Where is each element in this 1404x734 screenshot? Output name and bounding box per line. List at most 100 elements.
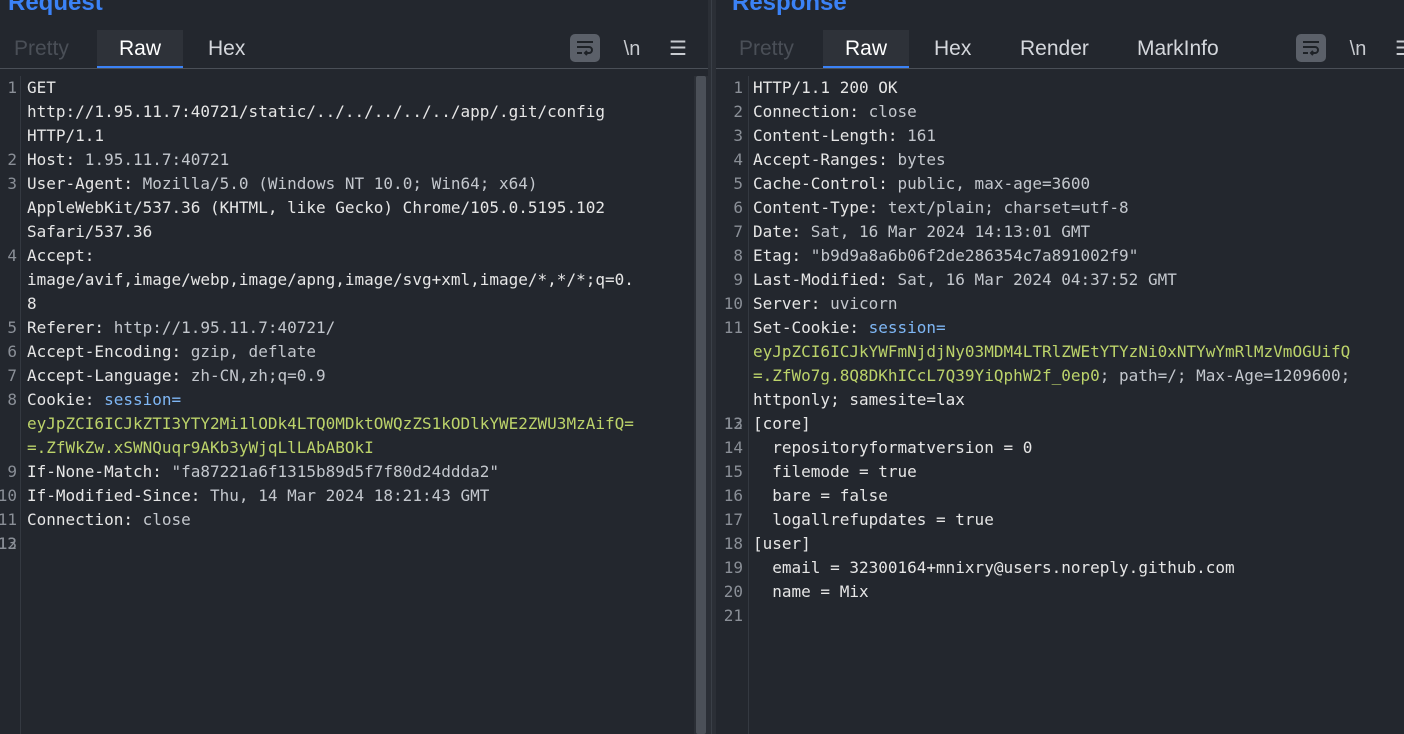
header-name: email = 32300164+mnixry@users.noreply.gi… [753, 558, 1235, 577]
code-line: Cookie: session= [27, 388, 708, 412]
pane-divider[interactable] [708, 0, 716, 734]
header-value: public, max-age=3600 [887, 174, 1091, 193]
request-code[interactable]: 1 GET http://1.95.11.7:40721/static/../../… [0, 76, 708, 734]
header-value: 1.95.11.7:40721 [75, 150, 230, 169]
tab-markinfo[interactable]: MarkInfo [1115, 30, 1241, 68]
code-row: 6 Accept-Encoding: gzip, deflate [7, 340, 708, 364]
show-newlines-button[interactable]: \n [620, 30, 644, 68]
code-line: [core] [753, 412, 1404, 436]
header-name: User-Agent: [27, 174, 133, 193]
code-line: httponly; samesite=lax [753, 388, 1404, 412]
code-line: Connection: close [753, 100, 1404, 124]
header-name: bare = false [753, 486, 888, 505]
line-number: 4 [7, 246, 17, 265]
code-row: 8 Cookie: session= [7, 388, 708, 412]
header-name: Accept: [27, 246, 95, 265]
code-line: Cache-Control: public, max-age=3600 [753, 172, 1404, 196]
line-number: 13 [723, 414, 743, 433]
header-name: Content-Length: [753, 126, 898, 145]
code-line: Accept-Encoding: gzip, deflate [27, 340, 708, 364]
code-row: 1 GET [7, 76, 708, 100]
header-name: Cache-Control: [753, 174, 888, 193]
code-row: 19 email = 32300164+mnixry@users.noreply… [724, 556, 1404, 580]
code-line: filemode = true [753, 460, 1404, 484]
code-line: Safari/537.36 [27, 220, 708, 244]
header-name: [user] [753, 534, 811, 553]
header-name: If-None-Match: [27, 462, 162, 481]
code-line: HTTP/1.1 [27, 124, 708, 148]
cookie-value: =.ZfWo7g.8Q8DKhICcL7Q39YiQphW2f_0ep0 [753, 366, 1100, 385]
code-line: Server: uvicorn [753, 292, 1404, 316]
code-row: 14 repositoryformatversion = 0 [724, 436, 1404, 460]
code-line: Content-Length: 161 [753, 124, 1404, 148]
header-name: logallrefupdates = true [753, 510, 994, 529]
header-name: Connection: [27, 510, 133, 529]
code-row: 13 [core] [724, 412, 1404, 436]
code-row: 11 Set-Cookie: session= [724, 316, 1404, 340]
code-line: http://1.95.11.7:40721/static/../../../.… [27, 100, 708, 124]
code-row: 3 Content-Length: 161 [733, 124, 1404, 148]
word-wrap-toggle-icon[interactable] [1296, 34, 1326, 62]
code-row: httponly; samesite=lax [753, 388, 1404, 412]
line-number: 8 [733, 246, 743, 265]
tab-render[interactable]: Render [998, 30, 1111, 68]
request-editor[interactable]: 1 GET http://1.95.11.7:40721/static/../../… [0, 76, 708, 734]
header-name: httponly; samesite=lax [753, 390, 965, 409]
line-number: 18 [723, 534, 743, 553]
code-row: 8 [27, 292, 708, 316]
tab-hex[interactable]: Hex [912, 30, 993, 68]
tab-raw[interactable]: Raw [823, 30, 910, 68]
tab-pretty[interactable]: Pretty [717, 30, 816, 68]
line-number: 2 [733, 102, 743, 121]
code-line: =.ZfWo7g.8Q8DKhICcL7Q39YiQphW2f_0ep0; pa… [753, 364, 1404, 388]
code-line: email = 32300164+mnixry@users.noreply.gi… [753, 556, 1404, 580]
code-line: Accept: [27, 244, 708, 268]
header-value: uvicorn [820, 294, 898, 313]
header-name: Accept-Encoding: [27, 342, 182, 361]
tab-hex[interactable]: Hex [186, 30, 267, 68]
code-line: Accept-Ranges: bytes [753, 148, 1404, 172]
header-value: http://1.95.11.7:40721/ [104, 318, 336, 337]
code-line: logallrefupdates = true [753, 508, 1404, 532]
tab-pretty[interactable]: Pretty [0, 30, 91, 68]
cookie-name: session= [868, 318, 946, 337]
header-value: "fa87221a6f1315b89d5f7f80d24ddda2" [161, 462, 500, 481]
header-name: 8 [27, 294, 37, 313]
response-editor[interactable]: 1 HTTP/1.1 200 OK 2 Connection: close 3 Conte… [716, 76, 1404, 734]
cookie-name: session= [104, 390, 182, 409]
response-code[interactable]: 1 HTTP/1.1 200 OK 2 Connection: close 3 Conte… [724, 76, 1404, 734]
code-row: 18 [user] [724, 532, 1404, 556]
response-pane: Response Pretty Raw Hex Render MarkInfo … [716, 0, 1404, 734]
header-value: close [858, 102, 917, 121]
show-newlines-button[interactable]: \n [1346, 30, 1370, 68]
line-number: 7 [7, 366, 17, 385]
header-name: Cookie: [27, 390, 95, 409]
code-line: eyJpZCI6ICJkYWFmNjdjNy03MDM4LTRlZWEtYTYz… [753, 340, 1404, 364]
request-scroll-thumb[interactable] [696, 76, 706, 734]
header-name: AppleWebKit/537.36 (KHTML, like Gecko) C… [27, 198, 605, 217]
response-title: Response [732, 0, 847, 16]
line-number: 20 [723, 582, 743, 601]
code-line: Content-Type: text/plain; charset=utf-8 [753, 196, 1404, 220]
header-value: Sat, 16 Mar 2024 14:13:01 GMT [801, 222, 1091, 241]
tab-raw[interactable]: Raw [97, 30, 184, 68]
code-row: 10 Server: uvicorn [724, 292, 1404, 316]
word-wrap-toggle-icon[interactable] [570, 34, 600, 62]
code-line: [user] [753, 532, 1404, 556]
request-scrollbar[interactable] [694, 76, 708, 734]
code-line: eyJpZCI6ICJkZTI3YTY2Mi1lODk4LTQ0MDktOWQz… [27, 412, 708, 436]
code-line: =.ZfWkZw.xSWNQuqr9AKb3yWjqLlLAbABOkI [27, 436, 708, 460]
menu-icon[interactable]: ☰ [666, 30, 690, 68]
menu-icon[interactable]: ☰ [1392, 30, 1404, 68]
code-row: 3 User-Agent: Mozilla/5.0 (Windows NT 10.… [7, 172, 708, 196]
header-value: Mozilla/5.0 (Windows NT 10.0; Win64; x64… [132, 174, 538, 193]
code-row: 9 If-None-Match: "fa87221a6f1315b89d5f7f8… [7, 460, 708, 484]
header-name: Connection: [753, 102, 859, 121]
code-row: 5 Cache-Control: public, max-age=3600 [733, 172, 1404, 196]
line-number: 21 [723, 606, 743, 625]
code-row: 20 name = Mix [724, 580, 1404, 604]
header-value: close [132, 510, 191, 529]
line-number: 3 [7, 174, 17, 193]
code-line: Last-Modified: Sat, 16 Mar 2024 04:37:52… [753, 268, 1404, 292]
code-row: 2 Host: 1.95.11.7:40721 [7, 148, 708, 172]
